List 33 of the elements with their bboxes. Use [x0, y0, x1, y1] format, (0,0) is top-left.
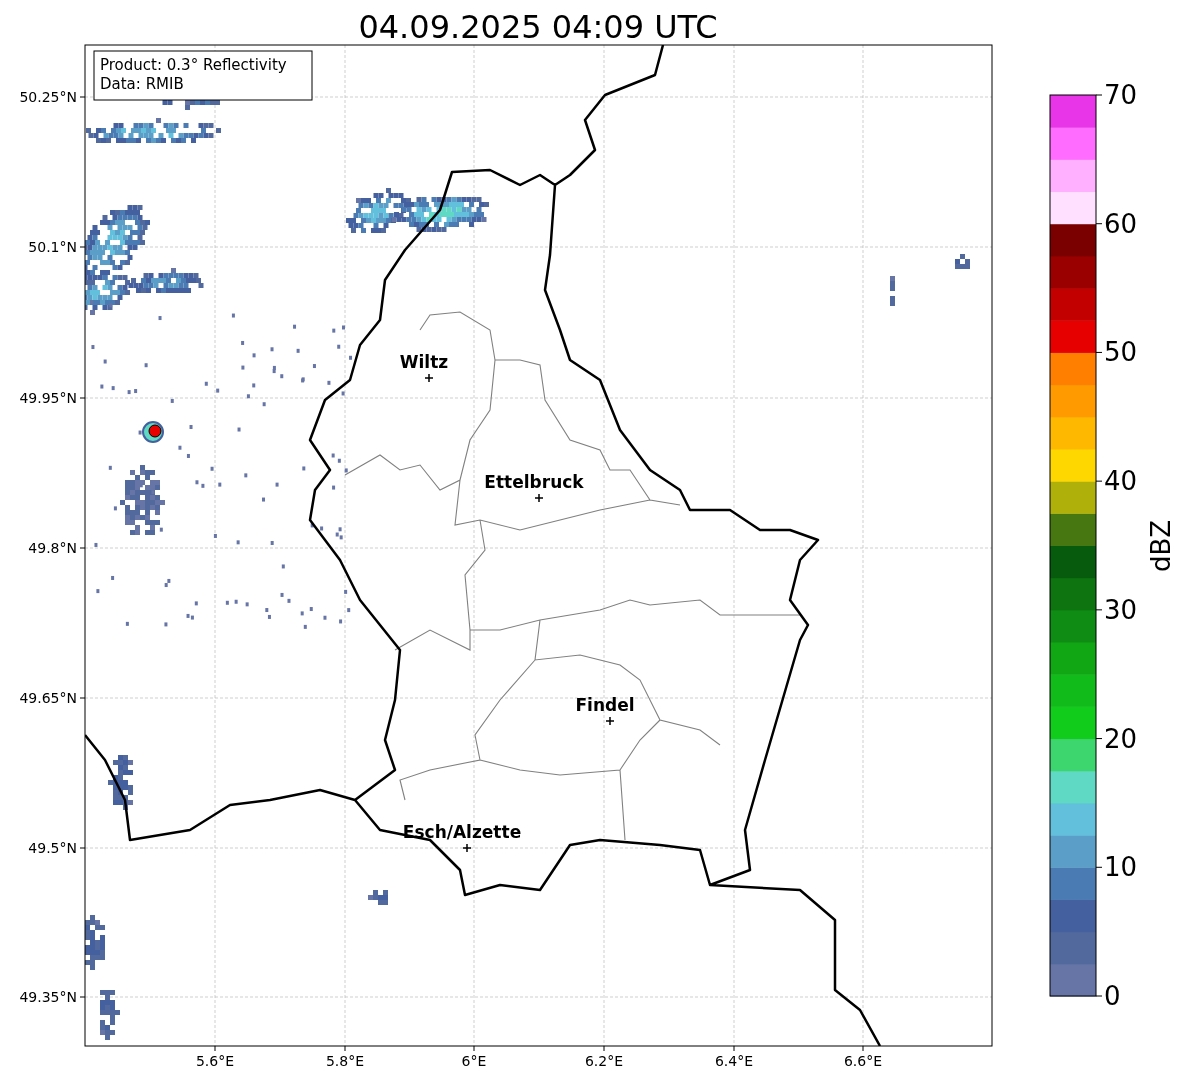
- city-marker-icon: [462, 843, 472, 853]
- city-label: Ettelbruck: [484, 472, 584, 492]
- latitude-label: 50.25°N: [19, 89, 77, 105]
- longitude-label: 6.2°E: [584, 1053, 624, 1069]
- city-label: Wiltz: [399, 352, 449, 372]
- longitude-label: 6.4°E: [714, 1053, 754, 1069]
- colorbar-label: dBZ: [1146, 519, 1176, 573]
- legend-text: Data: RMIB: [100, 75, 184, 93]
- colorbar-tick-label: 50: [1104, 337, 1138, 368]
- colorbar-tick-label: 30: [1104, 594, 1138, 625]
- colorbar-tick-label: 70: [1104, 80, 1138, 110]
- longitude-label: 5.6°E: [195, 1053, 235, 1069]
- latitude-label: 49.8°N: [28, 540, 77, 556]
- colorbar-tick-label: 20: [1104, 723, 1138, 754]
- colorbar-tick-label: 60: [1104, 208, 1138, 239]
- longitude-label: 6°E: [461, 1053, 487, 1069]
- latitude-label: 49.95°N: [19, 390, 77, 406]
- latitude-label: 49.35°N: [19, 989, 77, 1005]
- colorbar-tick-label: 10: [1104, 852, 1138, 883]
- city-marker-icon: [534, 493, 544, 503]
- longitude-label: 6.6°E: [843, 1053, 883, 1069]
- chart-title: 04.09.2025 04:09 UTC: [358, 8, 718, 46]
- city-label: Esch/Alzette: [402, 822, 522, 842]
- city-marker-icon: [424, 373, 434, 383]
- legend-text: Product: 0.3° Reflectivity: [100, 56, 287, 74]
- latitude-label: 49.5°N: [28, 840, 77, 856]
- longitude-label: 5.8°E: [325, 1053, 365, 1069]
- city-label: Findel: [575, 695, 635, 715]
- city-marker-icon: [605, 716, 615, 726]
- colorbar-tick-label: 0: [1104, 981, 1121, 1011]
- colorbar-tick-label: 40: [1104, 466, 1138, 497]
- latitude-label: 50.1°N: [28, 239, 77, 255]
- latitude-label: 49.65°N: [19, 690, 77, 706]
